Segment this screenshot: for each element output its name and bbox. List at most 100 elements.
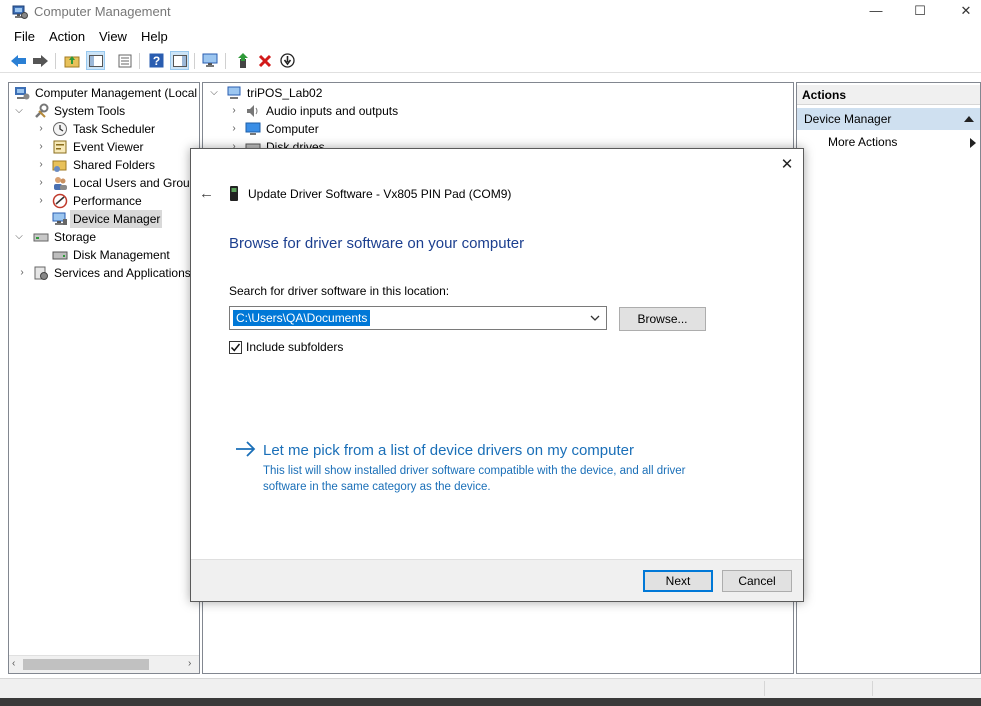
browse-button[interactable]: Browse... xyxy=(619,307,706,331)
maximize-button[interactable]: ☐ xyxy=(897,0,943,24)
more-actions-item[interactable]: More Actions xyxy=(828,135,897,149)
chevron-right-icon[interactable]: › xyxy=(17,264,27,282)
update-driver-icon[interactable] xyxy=(233,51,252,70)
tree-item-system-tools[interactable]: ⌵ System Tools xyxy=(9,102,199,120)
toolbar-separator xyxy=(55,53,56,69)
toolbar-separator xyxy=(139,53,140,69)
update-driver-dialog: ✕ ← Update Driver Software - Vx805 PIN P… xyxy=(190,148,804,602)
chevron-right-icon[interactable]: › xyxy=(229,102,239,120)
device-category[interactable]: › Computer xyxy=(203,120,793,138)
services-icon xyxy=(34,266,48,280)
pick-driver-link[interactable]: Let me pick from a list of device driver… xyxy=(263,442,634,459)
menu-file[interactable]: File xyxy=(14,29,35,44)
disk-icon xyxy=(52,251,68,260)
toolbar-separator xyxy=(194,53,195,69)
menu-bar: File Action View Help xyxy=(0,27,981,47)
collapse-up-icon[interactable] xyxy=(964,116,974,122)
toolbar-separator xyxy=(225,53,226,69)
tree-item-disk-management[interactable]: Disk Management xyxy=(9,246,199,264)
device-tree-root[interactable]: ⌵ triPOS_Lab02 xyxy=(203,84,793,102)
uninstall-device-icon[interactable] xyxy=(255,51,274,70)
tree-label: System Tools xyxy=(54,104,126,118)
show-hide-action-pane-icon[interactable] xyxy=(170,51,189,70)
tree-item-shared-folders[interactable]: › Shared Folders xyxy=(9,156,199,174)
storage-icon xyxy=(33,233,49,242)
chevron-right-icon[interactable]: › xyxy=(229,120,239,138)
scan-hardware-icon[interactable] xyxy=(201,51,220,70)
checkmark-icon xyxy=(230,343,241,352)
title-bar: Computer Management — ☐ ✕ xyxy=(0,0,981,24)
include-subfolders-checkbox[interactable] xyxy=(229,341,242,354)
location-input-value[interactable]: C:\Users\QA\Documents xyxy=(233,310,371,326)
minimize-button[interactable]: — xyxy=(853,0,899,24)
show-hide-console-tree-icon[interactable] xyxy=(86,51,105,70)
tree-item-services-applications[interactable]: › Services and Applications xyxy=(9,264,199,282)
scroll-left-icon[interactable]: ‹ xyxy=(12,658,15,669)
next-button[interactable]: Next xyxy=(643,570,713,592)
tree-item-task-scheduler[interactable]: › Task Scheduler xyxy=(9,120,199,138)
status-bar xyxy=(0,678,981,698)
close-window-button[interactable]: ✕ xyxy=(943,0,981,24)
scroll-right-icon[interactable]: › xyxy=(188,658,191,669)
pin-pad-device-icon xyxy=(230,186,238,201)
svg-text:?: ? xyxy=(153,54,160,68)
chevron-down-icon[interactable]: ⌵ xyxy=(14,228,24,246)
forward-arrow-icon[interactable] xyxy=(31,51,50,70)
chevron-right-icon[interactable]: › xyxy=(36,120,46,138)
tree-label: Device Manager xyxy=(70,210,162,228)
tree-label: Shared Folders xyxy=(73,158,156,172)
include-subfolders-label[interactable]: Include subfolders xyxy=(246,340,343,354)
computer-management-icon xyxy=(12,5,28,19)
actions-section-label: Device Manager xyxy=(804,112,892,126)
properties-icon[interactable] xyxy=(115,51,134,70)
pick-driver-description: This list will show installed driver sof… xyxy=(263,465,686,493)
event-viewer-icon xyxy=(53,140,67,154)
menu-view[interactable]: View xyxy=(99,29,127,44)
location-combobox[interactable]: C:\Users\QA\Documents xyxy=(229,306,607,330)
menu-action[interactable]: Action xyxy=(49,29,85,44)
device-tree-label: triPOS_Lab02 xyxy=(247,86,323,100)
shared-folder-icon xyxy=(52,160,67,172)
device-tree-label: Audio inputs and outputs xyxy=(266,104,399,118)
chevron-down-icon[interactable] xyxy=(588,311,602,325)
tree-label: Task Scheduler xyxy=(73,122,156,136)
tree-label: Local Users and Group xyxy=(73,176,197,190)
computer-management-icon xyxy=(15,87,30,100)
cancel-button[interactable]: Cancel xyxy=(722,570,792,592)
tree-label: Services and Applications xyxy=(54,266,191,280)
up-folder-icon[interactable] xyxy=(62,51,81,70)
dialog-close-button[interactable]: ✕ xyxy=(777,155,797,173)
tree-item-performance[interactable]: › Performance xyxy=(9,192,199,210)
tree-label: Computer Management (Local xyxy=(35,86,198,100)
tree-item-storage[interactable]: ⌵ Storage xyxy=(9,228,199,246)
tree-label: Disk Management xyxy=(73,248,170,262)
back-arrow-icon[interactable] xyxy=(9,51,28,70)
tree-item-local-users[interactable]: › Local Users and Group xyxy=(9,174,199,192)
chevron-right-icon[interactable]: › xyxy=(36,156,46,174)
speaker-icon xyxy=(247,105,258,117)
actions-section-device-manager[interactable]: Device Manager xyxy=(797,108,980,130)
chevron-right-icon[interactable]: › xyxy=(36,138,46,156)
chevron-down-icon[interactable]: ⌵ xyxy=(209,84,219,102)
arrow-right-icon[interactable] xyxy=(235,441,257,457)
location-label: Search for driver software in this locat… xyxy=(229,284,450,298)
tree-item-device-manager[interactable]: Device Manager xyxy=(9,210,199,228)
tree-label: Event Viewer xyxy=(73,140,144,154)
horizontal-scrollbar[interactable]: ‹ › xyxy=(9,655,199,673)
tree-item-computer-management[interactable]: Computer Management (Local xyxy=(9,84,199,102)
tree-item-event-viewer[interactable]: › Event Viewer xyxy=(9,138,199,156)
window-title: Computer Management xyxy=(34,4,171,19)
clock-icon xyxy=(53,122,67,136)
chevron-right-icon[interactable]: › xyxy=(36,174,46,192)
disable-device-icon[interactable] xyxy=(278,51,297,70)
back-button[interactable]: ← xyxy=(199,185,214,202)
chevron-right-icon[interactable]: › xyxy=(36,192,46,210)
menu-help[interactable]: Help xyxy=(141,29,168,44)
help-icon[interactable]: ? xyxy=(147,51,166,70)
submenu-arrow-icon[interactable] xyxy=(970,138,976,148)
chevron-down-icon[interactable]: ⌵ xyxy=(14,102,24,120)
computer-icon xyxy=(227,86,241,99)
scrollbar-thumb[interactable] xyxy=(23,659,149,670)
tools-icon xyxy=(35,103,49,118)
device-category[interactable]: › Audio inputs and outputs xyxy=(203,102,793,120)
